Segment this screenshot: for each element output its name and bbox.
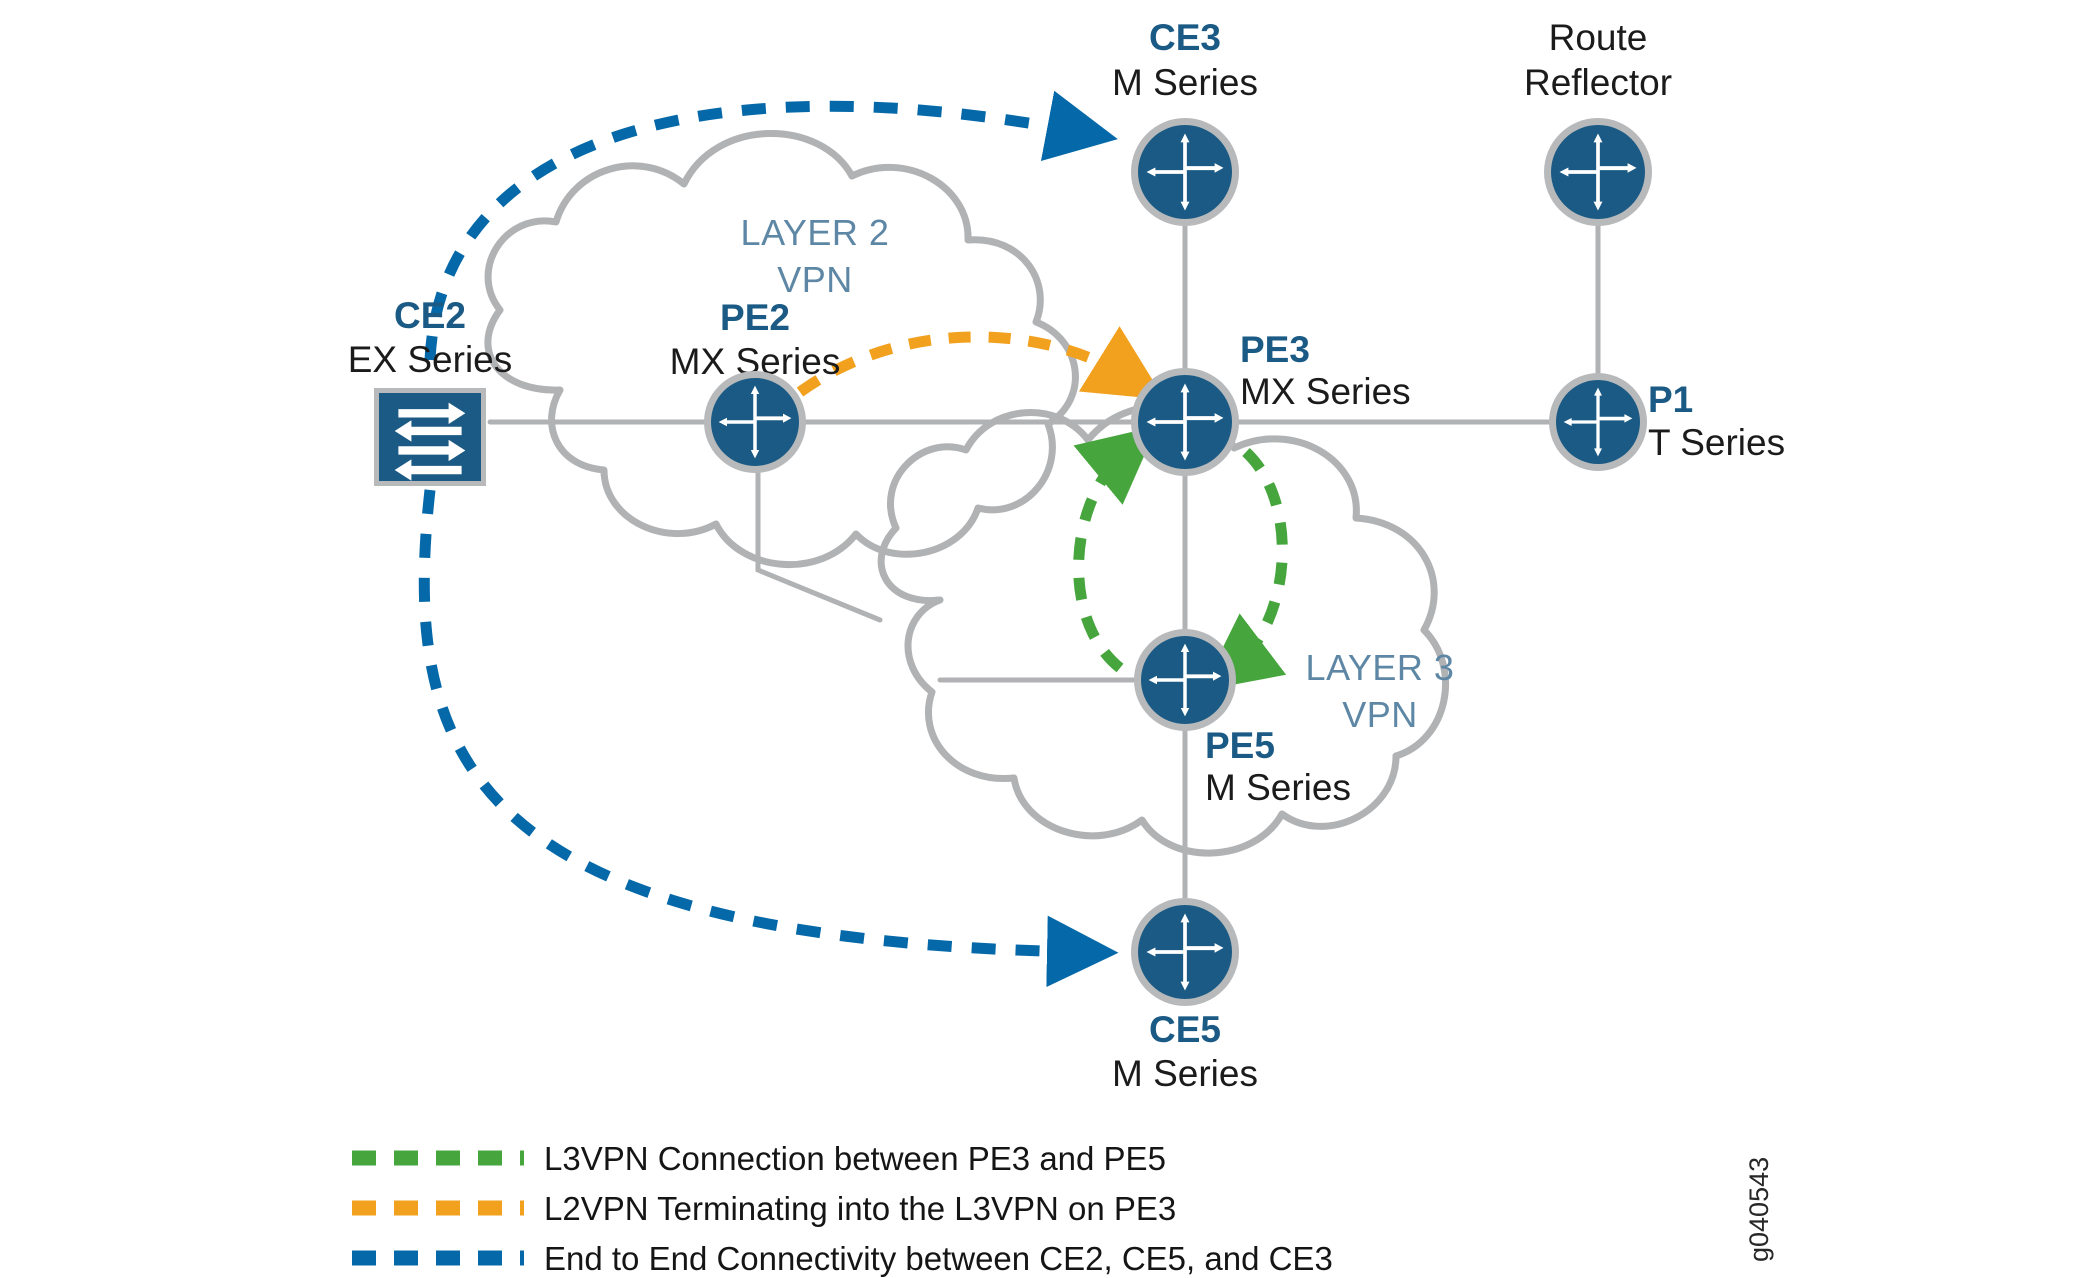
path-l2vpn-pe2-pe3 [796,326,1165,400]
node-ce2-name: CE2 [394,295,466,336]
legend-label-l3vpn: L3VPN Connection between PE3 and PE5 [544,1140,1166,1177]
node-pe3-model: MX Series [1240,371,1411,412]
links [487,169,1601,955]
cloud-label-layer3: LAYER 3 VPN [1306,647,1455,735]
legend-label-l2vpn: L2VPN Terminating into the L3VPN on PE3 [544,1190,1176,1227]
node-pe5-model: M Series [1205,767,1351,808]
router-icon [1549,373,1647,471]
network-topology-svg: LAYER 2 VPN LAYER 3 VPN CE3 M Series Rou… [348,17,1785,1277]
node-route-reflector[interactable]: Route Reflector [1524,17,1672,226]
node-p1[interactable]: P1 T Series [1549,373,1785,471]
cloud-layer3-line1: LAYER 3 [1306,647,1455,688]
node-ce5-name: CE5 [1149,1009,1221,1050]
node-rr-model: Reflector [1524,62,1672,103]
router-icon [1131,898,1239,1006]
switch-icon [374,388,486,486]
node-rr-name: Route [1549,17,1648,58]
node-pe3-name: PE3 [1240,329,1310,370]
node-ce2-model: EX Series [348,339,513,380]
diagram-canvas: LAYER 2 VPN LAYER 3 VPN CE3 M Series Rou… [0,0,2100,1278]
cloud-label-layer2: LAYER 2 VPN [741,212,890,300]
cloud-layer3 [877,402,1449,857]
node-ce5[interactable]: CE5 M Series [1112,898,1258,1094]
path-l3vpn-pe3-pe5 [1201,447,1288,691]
router-icon [1131,118,1239,226]
path-l3vpn-pe5-pe3 [1073,426,1158,673]
cloud-layer3-line2: VPN [1342,694,1418,735]
node-pe2-name: PE2 [720,297,790,338]
node-p1-model: T Series [1648,422,1785,463]
node-ce3-name: CE3 [1149,17,1221,58]
node-ce3[interactable]: CE3 M Series [1112,17,1258,226]
node-pe5-name: PE5 [1205,725,1275,766]
legend: L3VPN Connection between PE3 and PE5 L2V… [352,1140,1333,1277]
router-icon [1544,118,1652,226]
router-icon [1131,368,1239,476]
router-icon [704,371,806,473]
legend-item-l2vpn: L2VPN Terminating into the L3VPN on PE3 [352,1190,1176,1227]
cloud-layer2-line2: VPN [777,259,853,300]
router-icon [1134,629,1236,731]
node-ce3-model: M Series [1112,62,1258,103]
node-pe3[interactable]: PE3 MX Series [1131,329,1411,476]
node-ce2[interactable]: CE2 EX Series [348,295,513,486]
legend-item-l3vpn: L3VPN Connection between PE3 and PE5 [352,1140,1166,1177]
node-ce5-model: M Series [1112,1053,1258,1094]
legend-item-e2e: End to End Connectivity between CE2, CE5… [352,1240,1333,1277]
legend-label-e2e: End to End Connectivity between CE2, CE5… [544,1240,1333,1277]
figure-id-watermark: g040543 [1744,1157,1774,1262]
node-p1-name: P1 [1648,379,1693,420]
cloud-layer2-line1: LAYER 2 [741,212,890,253]
